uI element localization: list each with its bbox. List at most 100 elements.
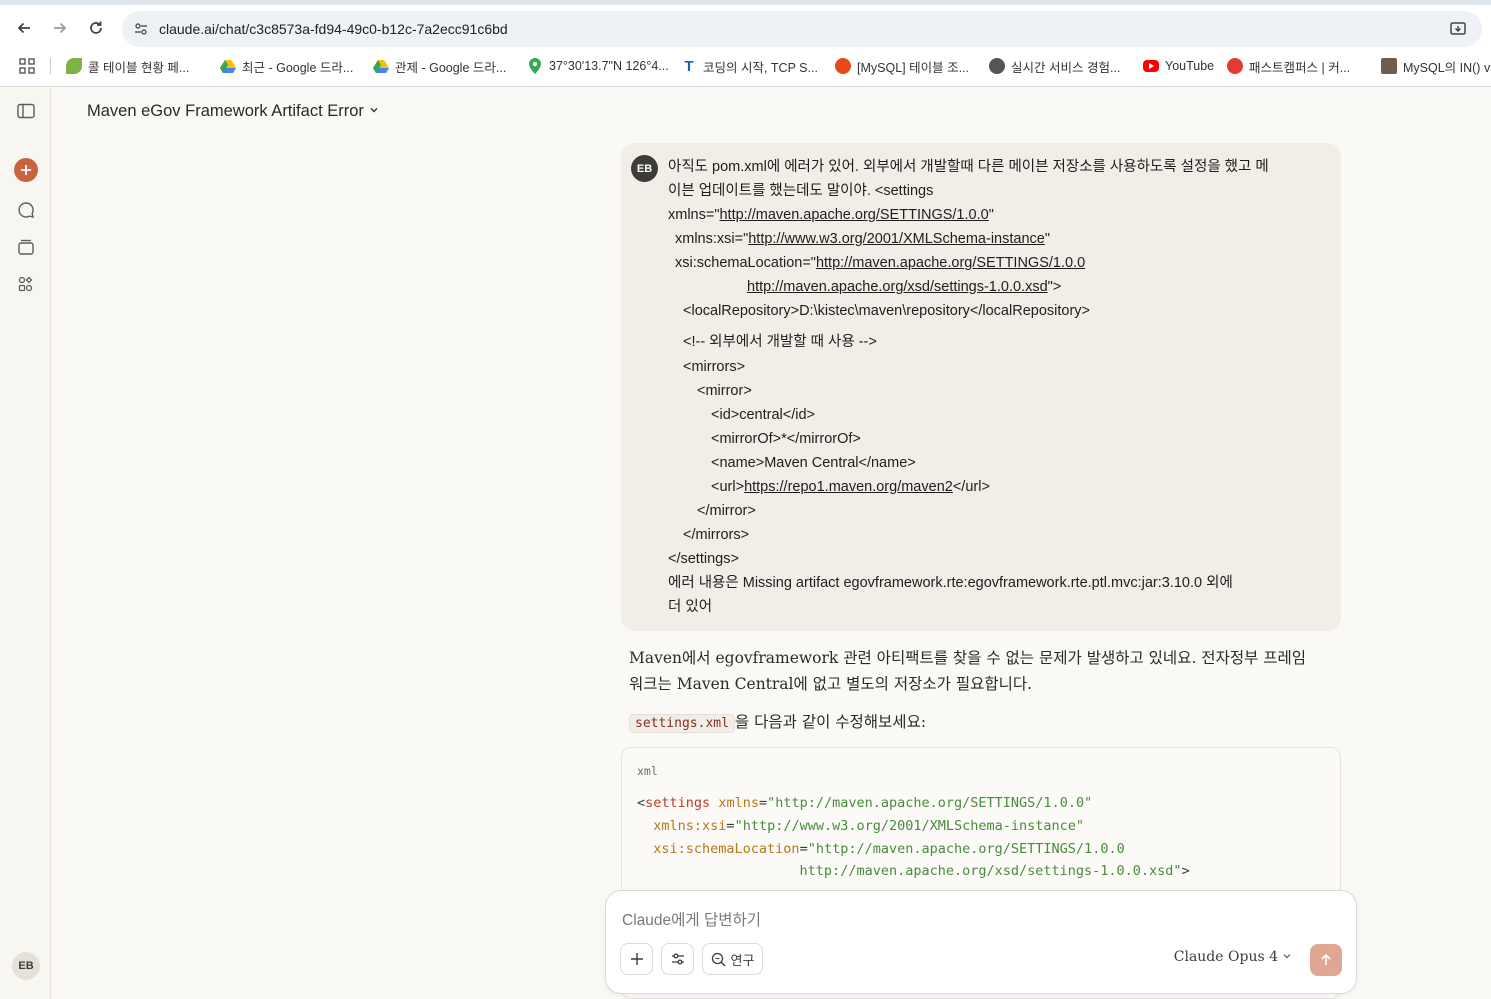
address-bar[interactable]: claude.ai/chat/c3c8573a-fd94-49c0-b12c-7… [122, 11, 1482, 47]
bookmark-item[interactable]: T 코딩의 시작, TCP S... [681, 56, 818, 76]
text-span: 을 다음과 같이 수정해보세요: [734, 713, 927, 731]
new-chat-button[interactable] [14, 158, 38, 182]
assistant-paragraph: 워크는 Maven Central에 없고 별도의 저장소가 필요합니다. [629, 675, 1033, 693]
text-span: "> [1047, 279, 1062, 295]
bookmarks-bar: 콜 테이블 현황 페... 최근 - Google 드라... 관제 - Goo… [0, 52, 1491, 80]
artifacts-icon[interactable] [14, 272, 38, 296]
message-composer[interactable]: Claude에게 답변하기 연구 Claude Opus 4 [605, 890, 1357, 994]
assistant-paragraph: Maven에서 egovframework 관련 아티팩트를 찾을 수 없는 문… [629, 649, 1307, 667]
text-span: " [1044, 231, 1050, 247]
code-language-label: xml [637, 764, 658, 778]
code-token: settings [645, 795, 711, 811]
bookmark-item[interactable]: 관제 - Google 드라... [373, 56, 506, 76]
message-line: </mirror> [697, 503, 756, 519]
message-line: <localRepository>D:\kistec\maven\reposit… [683, 303, 1090, 319]
bookmark-item[interactable]: 콜 테이블 현황 페... [66, 56, 189, 76]
message-line: <mirrorOf>*</mirrorOf> [711, 431, 861, 447]
message-line: <name>Maven Central</name> [711, 455, 916, 471]
install-app-icon[interactable] [1448, 19, 1468, 39]
url-text[interactable]: claude.ai/chat/c3c8573a-fd94-49c0-b12c-7… [159, 21, 508, 37]
page-title: Maven eGov Framework Artifact Error [87, 102, 364, 120]
bookmarks-divider [50, 58, 51, 74]
message-line: <id>central</id> [711, 407, 815, 423]
leaf-icon [66, 58, 82, 74]
bookmark-label: 최근 - Google 드라... [242, 60, 354, 75]
map-pin-icon [527, 58, 543, 74]
link[interactable]: https://repo1.maven.org/maven2 [744, 479, 953, 495]
sidebar-toggle-icon[interactable] [14, 99, 38, 123]
chevron-down-icon [1282, 951, 1292, 964]
research-search-icon [711, 952, 725, 966]
bookmark-label: 실시간 서비스 경험... [1011, 60, 1121, 75]
code-token: "http://maven.apache.org/SETTINGS/1.0.0 [807, 841, 1125, 857]
tools-button[interactable] [661, 943, 694, 975]
bookmark-label: MySQL의 IN() v [1403, 60, 1491, 75]
code-token: "http://maven.apache.org/SETTINGS/1.0.0" [767, 795, 1093, 811]
message-line: 더 있어 [668, 599, 713, 615]
browser-chrome: claude.ai/chat/c3c8573a-fd94-49c0-b12c-7… [0, 0, 1491, 87]
user-avatar[interactable]: EB [12, 952, 40, 980]
bookmark-item[interactable]: 37°30'13.7"N 126°4... [527, 56, 669, 76]
bookmark-item[interactable]: 최근 - Google 드라... [220, 56, 353, 76]
globe-icon [989, 58, 1005, 74]
site-settings-icon[interactable] [131, 19, 151, 39]
bookmark-item[interactable]: 패스트캠퍼스 | 커... [1227, 56, 1350, 76]
message-line: <url>https://repo1.maven.org/maven2</url… [711, 475, 990, 499]
add-attachment-button[interactable] [620, 943, 653, 975]
forward-icon[interactable] [48, 16, 72, 40]
code-token: = [758, 795, 768, 811]
plus-icon [630, 953, 643, 965]
app-sidebar: EB [0, 88, 51, 999]
link[interactable]: http://www.w3.org/2001/XMLSchema-instanc… [748, 231, 1045, 247]
code-token: = [799, 841, 808, 857]
message-line: http://maven.apache.org/xsd/settings-1.0… [747, 275, 1061, 299]
code-token: < [637, 795, 646, 811]
code-line: xmlns:xsi="http://www.w3.org/2001/XMLSch… [637, 818, 1084, 834]
link[interactable]: http://maven.apache.org/SETTINGS/1.0.0 [816, 255, 1085, 271]
velog-icon [835, 58, 851, 74]
link[interactable]: http://maven.apache.org/SETTINGS/1.0.0 [719, 207, 988, 223]
tcp-school-icon: T [684, 57, 694, 75]
code-token: http://maven.apache.org/xsd/settings-1.0… [637, 863, 1182, 879]
user-message-avatar: EB [631, 155, 658, 182]
bookmark-item[interactable]: [MySQL] 테이블 조... [835, 56, 969, 76]
reply-input[interactable]: Claude에게 답변하기 [622, 908, 761, 930]
message-line: </mirrors> [683, 527, 750, 543]
link[interactable]: http://maven.apache.org/xsd/settings-1.0… [747, 279, 1048, 295]
bookmark-item[interactable]: 실시간 서비스 경험... [989, 56, 1120, 76]
text-span: <url> [711, 479, 745, 495]
send-button[interactable] [1310, 944, 1342, 976]
message-line: 에러 내용은 Missing artifact egovframework.rt… [668, 575, 1233, 591]
youtube-icon [1143, 60, 1159, 72]
chats-icon[interactable] [14, 198, 38, 222]
projects-icon[interactable] [14, 235, 38, 259]
text-span: xmlns:xsi=" [675, 231, 749, 247]
bookmark-label: 콜 테이블 현황 페... [88, 60, 190, 75]
message-line: <!-- 외부에서 개발할 때 사용 --> [683, 334, 877, 350]
research-button[interactable]: 연구 [702, 943, 763, 975]
model-selector[interactable]: Claude Opus 4 [1174, 949, 1292, 965]
message-line: xmlns:xsi="http://www.w3.org/2001/XMLSch… [675, 227, 1050, 251]
apps-grid-icon[interactable] [18, 57, 36, 75]
text-span: " [988, 207, 994, 223]
reload-icon[interactable] [84, 16, 108, 40]
bookmark-item[interactable]: YouTube [1143, 56, 1214, 76]
fastcampus-icon [1227, 58, 1243, 74]
code-token: "http://www.w3.org/2001/XMLSchema-instan… [734, 818, 1085, 834]
message-line: <mirrors> [683, 359, 746, 375]
research-label: 연구 [730, 952, 755, 968]
tab-strip [0, 0, 1491, 5]
sliders-icon [671, 953, 684, 965]
bookmark-item[interactable]: MySQL의 IN() v [1381, 56, 1490, 76]
back-icon[interactable] [12, 16, 36, 40]
chat-title-button[interactable]: Maven eGov Framework Artifact Error [87, 102, 379, 121]
text-span: </url> [952, 479, 990, 495]
code-token: = [726, 818, 735, 834]
message-line: 아직도 pom.xml에 에러가 있어. 외부에서 개발할때 다른 메이븐 저장… [668, 159, 1269, 175]
chevron-down-icon [369, 105, 379, 118]
bookmark-label: YouTube [1165, 59, 1215, 73]
model-name: Claude Opus 4 [1173, 949, 1278, 965]
arrow-up-icon [1321, 953, 1331, 965]
